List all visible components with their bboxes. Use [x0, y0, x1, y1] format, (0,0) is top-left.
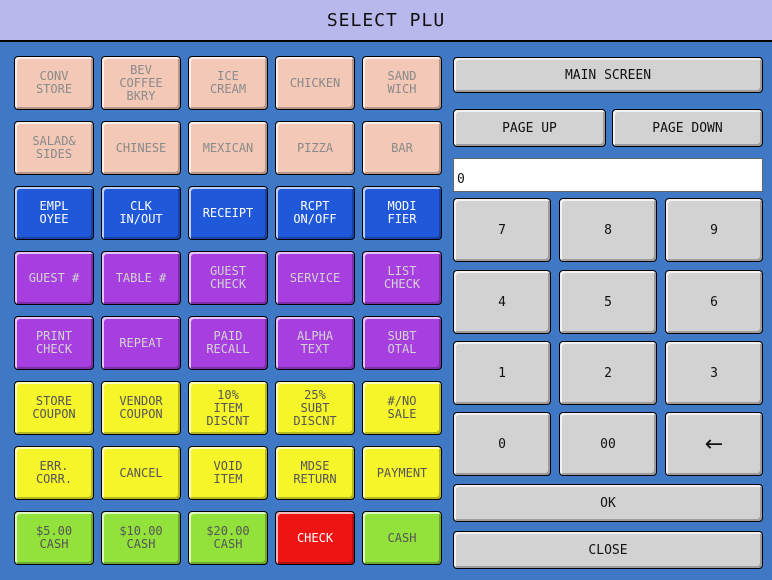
plu-key-20-00-cash[interactable]: $20.00 CASH — [188, 511, 268, 565]
keypad-key-9[interactable]: 9 — [665, 198, 763, 262]
plu-key-5-00-cash[interactable]: $5.00 CASH — [14, 511, 94, 565]
title-bar: SELECT PLU — [0, 0, 772, 42]
plu-key-clk-in-out[interactable]: CLK IN/OUT — [101, 186, 181, 240]
plu-key-bev-coffee-bkry[interactable]: BEV COFFEE BKRY — [101, 56, 181, 110]
entry-display: 0 — [453, 158, 763, 192]
keypad-key-3[interactable]: 3 — [665, 341, 763, 405]
plu-key-cash[interactable]: CASH — [362, 511, 442, 565]
plu-key-rcpt-on-off[interactable]: RCPT ON/OFF — [275, 186, 355, 240]
plu-key-receipt[interactable]: RECEIPT — [188, 186, 268, 240]
page-down-button[interactable]: PAGE DOWN — [612, 109, 763, 147]
plu-key-ice-cream[interactable]: ICE CREAM — [188, 56, 268, 110]
keypad-key-2[interactable]: 2 — [559, 341, 657, 405]
keypad-key-0[interactable]: 0 — [453, 412, 551, 476]
plu-key-10-item-discnt[interactable]: 10% ITEM DISCNT — [188, 381, 268, 435]
plu-key-subt-otal[interactable]: SUBT OTAL — [362, 316, 442, 370]
plu-key-err-corr[interactable]: ERR. CORR. — [14, 446, 94, 500]
backspace-key[interactable]: ← — [665, 412, 763, 476]
plu-key-print-check[interactable]: PRINT CHECK — [14, 316, 94, 370]
page-title: SELECT PLU — [326, 9, 446, 31]
close-button[interactable]: CLOSE — [453, 531, 763, 569]
main-screen-button[interactable]: MAIN SCREEN — [453, 57, 763, 93]
plu-key-10-00-cash[interactable]: $10.00 CASH — [101, 511, 181, 565]
plu-key-25-subt-discnt[interactable]: 25% SUBT DISCNT — [275, 381, 355, 435]
ok-button[interactable]: OK — [453, 484, 763, 522]
plu-key-list-check[interactable]: LIST CHECK — [362, 251, 442, 305]
plu-key-guest[interactable]: GUEST # — [14, 251, 94, 305]
plu-key-table[interactable]: TABLE # — [101, 251, 181, 305]
plu-key-payment[interactable]: PAYMENT — [362, 446, 442, 500]
plu-key-chicken[interactable]: CHICKEN — [275, 56, 355, 110]
plu-key-empl-oyee[interactable]: EMPL OYEE — [14, 186, 94, 240]
plu-key-guest-check[interactable]: GUEST CHECK — [188, 251, 268, 305]
plu-key-void-item[interactable]: VOID ITEM — [188, 446, 268, 500]
plu-key-store-coupon[interactable]: STORE COUPON — [14, 381, 94, 435]
plu-key-repeat[interactable]: REPEAT — [101, 316, 181, 370]
keypad-key-5[interactable]: 5 — [559, 270, 657, 334]
plu-key-vendor-coupon[interactable]: VENDOR COUPON — [101, 381, 181, 435]
keypad-key-4[interactable]: 4 — [453, 270, 551, 334]
plu-key-mdse-return[interactable]: MDSE RETURN — [275, 446, 355, 500]
plu-key-chinese[interactable]: CHINESE — [101, 121, 181, 175]
plu-key-salad-sides[interactable]: SALAD& SIDES — [14, 121, 94, 175]
plu-key-sand-wich[interactable]: SAND WICH — [362, 56, 442, 110]
plu-key-paid-recall[interactable]: PAID RECALL — [188, 316, 268, 370]
plu-key-check[interactable]: CHECK — [275, 511, 355, 565]
plu-key-service[interactable]: SERVICE — [275, 251, 355, 305]
keypad-key-7[interactable]: 7 — [453, 198, 551, 262]
keypad-key-00[interactable]: 00 — [559, 412, 657, 476]
plu-key-cancel[interactable]: CANCEL — [101, 446, 181, 500]
page-up-button[interactable]: PAGE UP — [453, 109, 606, 147]
plu-key-no-sale[interactable]: #/NO SALE — [362, 381, 442, 435]
keypad-key-6[interactable]: 6 — [665, 270, 763, 334]
plu-key-mexican[interactable]: MEXICAN — [188, 121, 268, 175]
plu-key-conv-store[interactable]: CONV STORE — [14, 56, 94, 110]
keypad-key-8[interactable]: 8 — [559, 198, 657, 262]
plu-key-modi-fier[interactable]: MODI FIER — [362, 186, 442, 240]
plu-key-pizza[interactable]: PIZZA — [275, 121, 355, 175]
plu-key-bar[interactable]: BAR — [362, 121, 442, 175]
plu-key-alpha-text[interactable]: ALPHA TEXT — [275, 316, 355, 370]
keypad-key-1[interactable]: 1 — [453, 341, 551, 405]
